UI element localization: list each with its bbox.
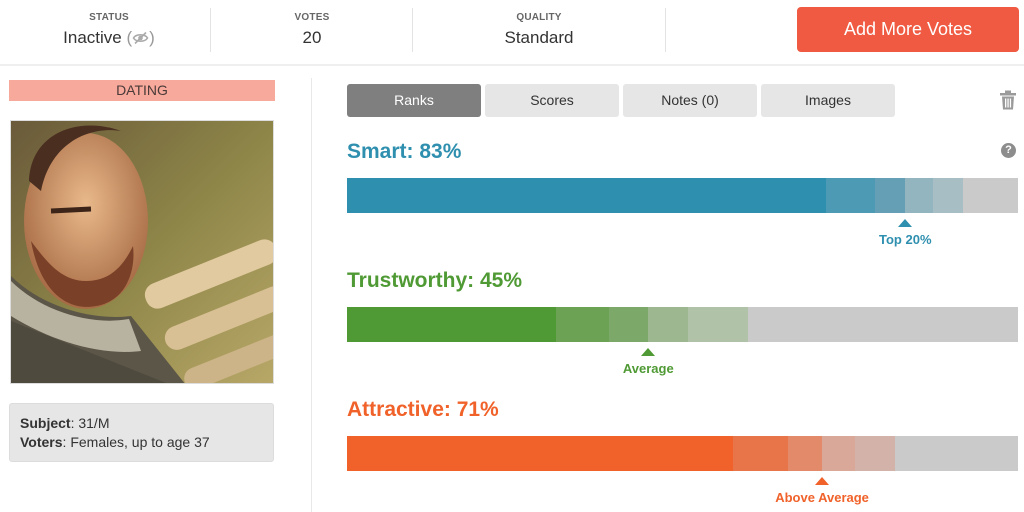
- quality-value: Standard: [504, 28, 574, 47]
- rank-band-attractive-1: [732, 436, 788, 471]
- rank-marker-label-trustworthy: Average: [622, 361, 674, 376]
- rank-band-smart-2: [875, 178, 906, 213]
- subject-value: : 31/M: [70, 415, 110, 431]
- tab-images[interactable]: Images: [761, 84, 895, 117]
- divider: [665, 8, 666, 52]
- header-stats: STATUS Inactive () VOTES 20 QUALITY Stan…: [0, 0, 1024, 66]
- trash-icon[interactable]: [999, 90, 1017, 110]
- votes-value: 20: [302, 28, 322, 47]
- votes-stat: VOTES 20: [212, 10, 412, 49]
- photo-illustration: [11, 121, 273, 383]
- question-icon[interactable]: ?: [1001, 143, 1016, 158]
- rank-title-smart: Smart: 83%: [347, 140, 462, 163]
- status-icon-wrap: (): [126, 28, 155, 47]
- voters-value: : Females, up to age 37: [62, 434, 210, 450]
- rank-band-attractive-0: [347, 436, 733, 471]
- rank-band-smart-1: [826, 178, 876, 213]
- column-divider: [311, 78, 312, 512]
- subject-label: Subject: [20, 415, 71, 431]
- rank-band-attractive-3: [822, 436, 855, 471]
- rank-band-trustworthy-3: [648, 307, 688, 342]
- rank-band-smart-3: [905, 178, 933, 213]
- tab-notes[interactable]: Notes (0): [623, 84, 757, 117]
- tab-scores[interactable]: Scores: [485, 84, 619, 117]
- votes-label: VOTES: [294, 12, 330, 23]
- rank-marker-label-attractive: Above Average: [775, 490, 869, 505]
- rank-marker-attractive: [815, 477, 830, 485]
- category-badge: DATING: [9, 80, 275, 101]
- voters-label: Voters: [20, 434, 63, 450]
- status-label: STATUS: [89, 12, 129, 23]
- quality-label: QUALITY: [516, 12, 562, 23]
- status-value: Inactive: [63, 28, 122, 47]
- rank-bar-smart: [347, 178, 1018, 213]
- rank-band-smart-4: [932, 178, 963, 213]
- subject-photo: [10, 120, 274, 384]
- divider: [210, 8, 211, 52]
- subject-info-card: Subject: 31/M Voters: Females, up to age…: [9, 403, 274, 462]
- rank-band-attractive-4: [854, 436, 896, 471]
- divider: [412, 8, 413, 52]
- rank-marker-label-smart: Top 20%: [879, 232, 932, 247]
- voters-row: Voters: Females, up to age 37: [20, 433, 263, 452]
- rank-band-trustworthy-2: [608, 307, 649, 342]
- rank-marker-trustworthy: [641, 348, 656, 356]
- rank-band-attractive-2: [787, 436, 823, 471]
- rank-band-smart-0: [347, 178, 827, 213]
- rank-band-trustworthy-1: [555, 307, 609, 342]
- tab-ranks[interactable]: Ranks: [347, 84, 481, 117]
- rank-bar-trustworthy: [347, 307, 1018, 342]
- rank-bar-attractive: [347, 436, 1018, 471]
- rank-title-attractive: Attractive: 71%: [347, 398, 499, 421]
- subject-row: Subject: 31/M: [20, 414, 263, 433]
- eye-slash-icon: [132, 31, 149, 45]
- rank-band-trustworthy-0: [347, 307, 556, 342]
- quality-stat: QUALITY Standard: [414, 10, 664, 49]
- rank-band-trustworthy-4: [687, 307, 749, 342]
- status-value-row: Inactive (): [8, 27, 210, 49]
- rank-marker-smart: [898, 219, 913, 227]
- rank-title-trustworthy: Trustworthy: 45%: [347, 269, 523, 292]
- add-more-votes-button[interactable]: Add More Votes: [797, 7, 1019, 52]
- status-stat: STATUS Inactive (): [8, 10, 210, 49]
